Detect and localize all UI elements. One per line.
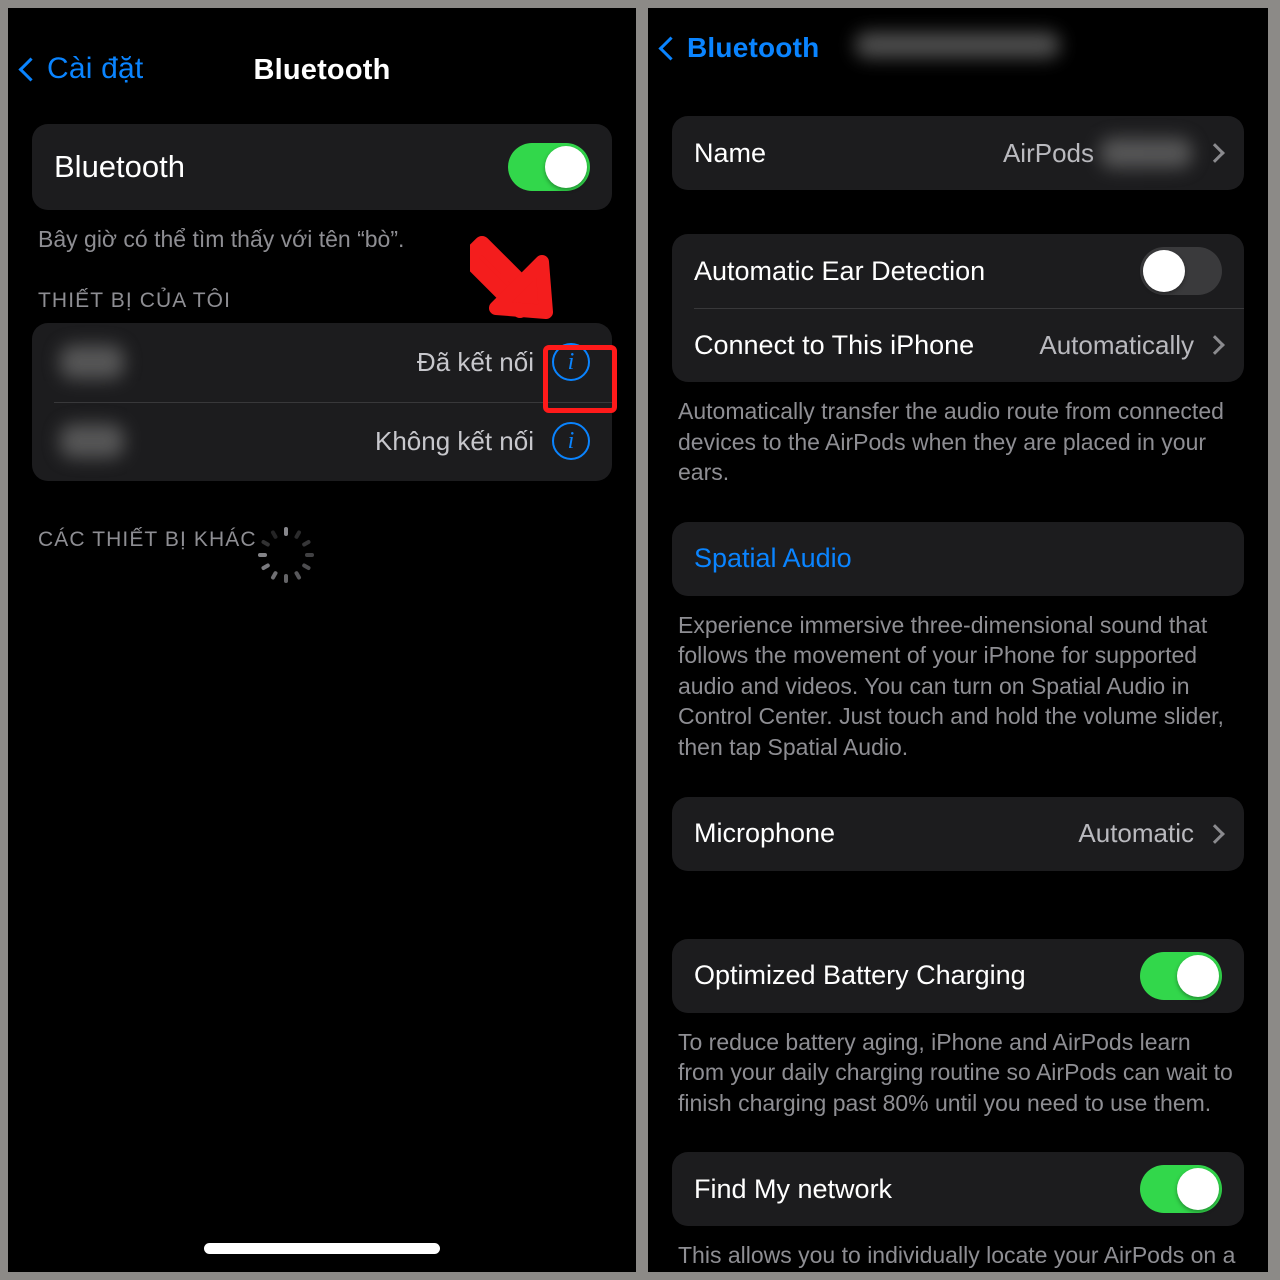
info-icon: i xyxy=(567,348,575,375)
my-devices-section-header: THIẾT BỊ CỦA TÔI xyxy=(38,289,636,313)
chevron-right-icon xyxy=(1205,335,1225,355)
device-title-redacted xyxy=(855,32,1060,58)
connection-settings-card: Automatic Ear Detection Connect to This … xyxy=(672,234,1244,382)
optimized-battery-charging-toggle[interactable] xyxy=(1140,951,1222,1000)
left-navigation-bar: Cài đặt Bluetooth xyxy=(8,8,636,90)
device-name-redacted xyxy=(60,345,124,380)
toggle-knob xyxy=(1143,250,1185,292)
device-status-not-connected: Không kết nối xyxy=(374,425,534,456)
optimized-battery-charging-label: Optimized Battery Charging xyxy=(694,960,1026,991)
bluetooth-toggle-row[interactable]: Bluetooth xyxy=(32,124,612,210)
chevron-right-icon xyxy=(1205,823,1225,844)
spatial-audio-card: Spatial Audio xyxy=(672,521,1244,596)
chevron-left-icon xyxy=(658,36,683,61)
chevron-right-icon xyxy=(1205,143,1225,163)
right-navigation-bar: Bluetooth xyxy=(648,8,1268,82)
find-my-footnote: This allows you to individually locate y… xyxy=(678,1242,1236,1269)
optimized-battery-charging-card: Optimized Battery Charging xyxy=(672,938,1244,1013)
connect-to-this-iphone-value: Automatically xyxy=(1039,329,1194,360)
bluetooth-toggle-card: Bluetooth xyxy=(32,124,612,210)
connect-to-this-iphone-label: Connect to This iPhone xyxy=(694,329,975,360)
automatic-ear-detection-row[interactable]: Automatic Ear Detection xyxy=(672,234,1244,308)
scanning-spinner-icon xyxy=(257,525,314,583)
left-page-title: Bluetooth xyxy=(253,54,391,86)
name-value: AirPods xyxy=(1002,137,1094,168)
name-card: Name AirPods xyxy=(672,116,1244,190)
home-indicator[interactable] xyxy=(204,1243,440,1254)
device-status-connected: Đã kết nối xyxy=(416,346,534,377)
spatial-audio-row[interactable]: Spatial Audio xyxy=(672,522,1244,596)
optimized-battery-charging-row[interactable]: Optimized Battery Charging xyxy=(672,939,1244,1013)
right-phone-screen: Bluetooth Name AirPods Automatic Ear Det… xyxy=(648,8,1268,1272)
other-devices-header-label: CÁC THIẾT BỊ KHÁC xyxy=(38,527,257,551)
info-icon: i xyxy=(567,427,575,454)
discoverable-note: Bây giờ có thể tìm thấy với tên “bò”. xyxy=(38,226,405,252)
battery-footnote: To reduce battery aging, iPhone and AirP… xyxy=(678,1028,1233,1116)
device-name-redacted xyxy=(60,424,124,459)
microphone-value: Automatic xyxy=(1078,818,1194,849)
find-my-network-row[interactable]: Find My network xyxy=(672,1152,1244,1226)
find-my-network-label: Find My network xyxy=(694,1173,893,1204)
other-devices-section-header: CÁC THIẾT BỊ KHÁC xyxy=(38,525,636,583)
back-button-label: Bluetooth xyxy=(687,32,820,63)
toggle-knob xyxy=(1177,954,1219,997)
name-row[interactable]: Name AirPods xyxy=(672,116,1244,190)
connect-to-this-iphone-row[interactable]: Connect to This iPhone Automatically xyxy=(672,308,1244,382)
device-info-button[interactable]: i xyxy=(552,343,590,382)
my-devices-header-label: THIẾT BỊ CỦA TÔI xyxy=(38,288,232,312)
connect-footnote: Automatically transfer the audio route f… xyxy=(678,398,1224,486)
automatic-ear-detection-toggle[interactable] xyxy=(1140,247,1222,295)
device-row-not-connected[interactable]: Không kết nối i xyxy=(32,401,612,481)
name-label: Name xyxy=(694,137,767,168)
spatial-audio-footnote: Experience immersive three-dimensional s… xyxy=(678,611,1224,761)
left-phone-screen: Cài đặt Bluetooth Bluetooth Bây giờ có t… xyxy=(8,8,636,1272)
bluetooth-toggle-switch[interactable] xyxy=(508,143,590,191)
device-row-connected[interactable]: Đã kết nối i xyxy=(32,323,612,402)
microphone-row[interactable]: Microphone Automatic xyxy=(672,797,1244,871)
my-devices-card: Đã kết nối i Không kết nối i xyxy=(32,322,612,481)
device-info-button[interactable]: i xyxy=(552,422,590,461)
screenshot-root: Cài đặt Bluetooth Bluetooth Bây giờ có t… xyxy=(0,0,1280,1280)
name-suffix-redacted xyxy=(1100,138,1192,168)
bluetooth-label: Bluetooth xyxy=(54,149,185,184)
toggle-knob xyxy=(1177,1168,1219,1211)
find-my-network-card: Find My network xyxy=(672,1152,1244,1227)
back-to-bluetooth-button[interactable]: Bluetooth xyxy=(658,32,820,64)
microphone-label: Microphone xyxy=(694,818,836,849)
spatial-audio-label: Spatial Audio xyxy=(694,543,852,574)
automatic-ear-detection-label: Automatic Ear Detection xyxy=(694,255,986,286)
toggle-knob xyxy=(545,146,587,188)
microphone-card: Microphone Automatic xyxy=(672,796,1244,871)
find-my-network-toggle[interactable] xyxy=(1140,1165,1222,1214)
